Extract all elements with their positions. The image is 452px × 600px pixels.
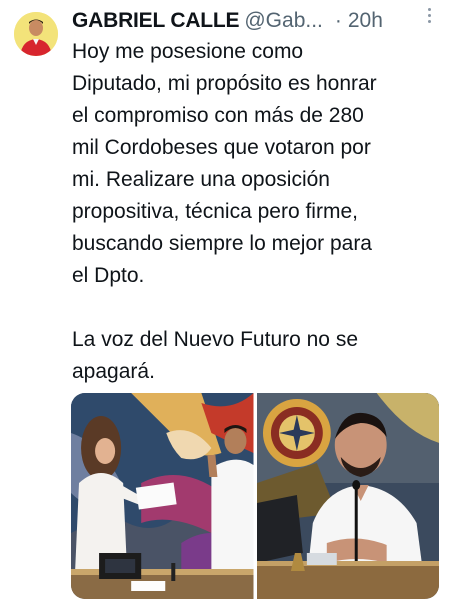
tweet-text: Hoy me posesione como Diputado, mi propó… [72, 40, 377, 383]
tweet-header: GABRIEL CALLE @Gab... · 20h [72, 6, 444, 36]
swearing-in-photo[interactable] [71, 393, 254, 599]
avatar-image [14, 12, 58, 56]
avatar[interactable] [14, 12, 58, 56]
display-name[interactable]: GABRIEL CALLE [72, 7, 240, 35]
user-handle[interactable]: @Gab... [244, 7, 323, 35]
tweet[interactable]: GABRIEL CALLE @Gab... · 20h Hoy me poses… [0, 0, 452, 600]
timestamp[interactable]: 20h [348, 7, 383, 35]
media-grid [71, 393, 439, 599]
speaking-at-desk-photo[interactable] [256, 393, 439, 599]
swearing-in-image [71, 393, 254, 599]
more-dots-icon[interactable] [420, 4, 438, 26]
separator-dot: · [334, 9, 342, 32]
speaking-at-desk-image [256, 393, 439, 599]
